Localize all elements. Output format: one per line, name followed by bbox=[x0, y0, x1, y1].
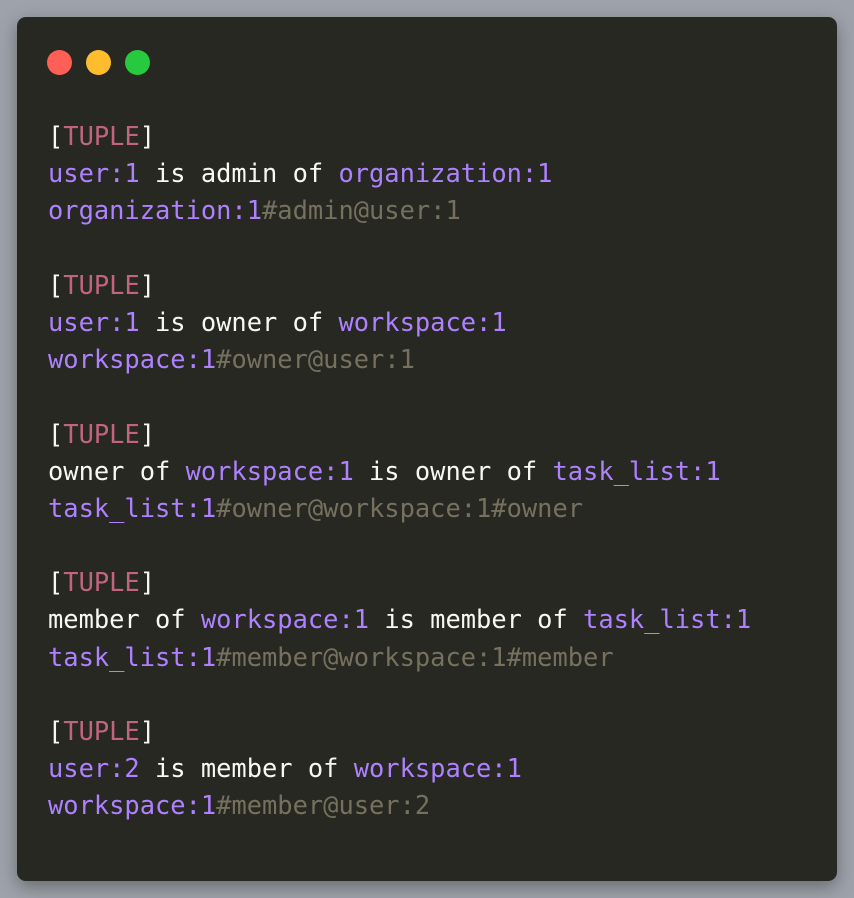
tuple-label: TUPLE bbox=[63, 121, 140, 151]
tuple-notation: workspace:1#member@user:2 bbox=[48, 787, 829, 824]
relation-text: is owner of bbox=[139, 306, 339, 337]
relation-text: owner of bbox=[48, 455, 186, 486]
tuple-header: [TUPLE] bbox=[48, 118, 829, 155]
open-bracket: [ bbox=[48, 418, 64, 449]
close-bracket: ] bbox=[139, 716, 156, 746]
open-bracket: [ bbox=[48, 716, 64, 746]
object-ref: task_list:1 bbox=[552, 455, 721, 486]
tuple-notation: task_list:1#owner@workspace:1#owner bbox=[48, 490, 829, 527]
relation-text: is member of bbox=[369, 604, 584, 635]
object-ref: workspace:1 bbox=[185, 455, 354, 486]
tuple-statement: user:1 is admin of organization:1 bbox=[48, 155, 829, 192]
tuple-header: [TUPLE] bbox=[48, 564, 829, 601]
object-ref: organization:1 bbox=[48, 195, 263, 226]
object-ref: organization:1 bbox=[338, 158, 553, 189]
tuple-label: TUPLE bbox=[63, 567, 140, 598]
close-bracket: ] bbox=[139, 567, 156, 598]
window-controls bbox=[47, 50, 150, 75]
zoom-button[interactable] bbox=[125, 50, 150, 75]
tuple-header: [TUPLE] bbox=[48, 416, 829, 453]
open-bracket: [ bbox=[48, 121, 64, 151]
object-ref: workspace:1 bbox=[48, 344, 217, 375]
close-bracket: ] bbox=[139, 418, 156, 449]
tuple-header: [TUPLE] bbox=[48, 267, 829, 304]
object-ref: user:2 bbox=[48, 753, 140, 784]
object-ref: workspace:1 bbox=[48, 790, 217, 821]
code-window: [TUPLE] user:1 is admin of organization:1… bbox=[17, 17, 837, 881]
relation-text: is member of bbox=[139, 753, 354, 784]
tuple-header: [TUPLE] bbox=[48, 713, 829, 750]
code-block: [TUPLE] user:1 is admin of organization:1… bbox=[48, 118, 829, 825]
open-bracket: [ bbox=[48, 269, 64, 300]
tuple-label: TUPLE bbox=[63, 418, 140, 449]
tuple-statement: owner of workspace:1 is owner of task_li… bbox=[48, 453, 829, 490]
object-ref: task_list:1 bbox=[48, 492, 217, 523]
object-ref: workspace:1 bbox=[200, 604, 370, 635]
close-bracket: ] bbox=[139, 121, 156, 151]
tuple-label: TUPLE bbox=[63, 269, 140, 300]
object-ref: workspace:1 bbox=[338, 306, 507, 337]
relation-notation: #member@workspace:1#member bbox=[216, 641, 614, 672]
relation-notation: #owner@user:1 bbox=[216, 344, 415, 375]
object-ref: task_list:1 bbox=[583, 604, 752, 635]
open-bracket: [ bbox=[48, 567, 64, 598]
tuple-notation: task_list:1#member@workspace:1#member bbox=[48, 639, 829, 676]
close-button[interactable] bbox=[47, 50, 72, 75]
relation-text: is admin of bbox=[139, 158, 339, 189]
relation-text: is owner of bbox=[353, 455, 553, 486]
relation-notation: #admin@user:1 bbox=[262, 195, 461, 226]
tuple-notation: workspace:1#owner@user:1 bbox=[48, 341, 829, 378]
tuple-statement: member of workspace:1 is member of task_… bbox=[48, 601, 829, 638]
object-ref: user:1 bbox=[48, 306, 140, 337]
object-ref: task_list:1 bbox=[48, 641, 217, 672]
object-ref: workspace:1 bbox=[353, 753, 522, 784]
relation-notation: #owner@workspace:1#owner bbox=[216, 492, 584, 523]
relation-text: member of bbox=[48, 604, 201, 635]
tuple-notation: organization:1#admin@user:1 bbox=[48, 192, 829, 229]
tuple-statement: user:2 is member of workspace:1 bbox=[48, 750, 829, 787]
tuple-label: TUPLE bbox=[63, 716, 140, 746]
close-bracket: ] bbox=[139, 269, 156, 300]
object-ref: user:1 bbox=[48, 158, 140, 189]
tuple-statement: user:1 is owner of workspace:1 bbox=[48, 304, 829, 341]
relation-notation: #member@user:2 bbox=[216, 790, 431, 821]
minimize-button[interactable] bbox=[86, 50, 111, 75]
